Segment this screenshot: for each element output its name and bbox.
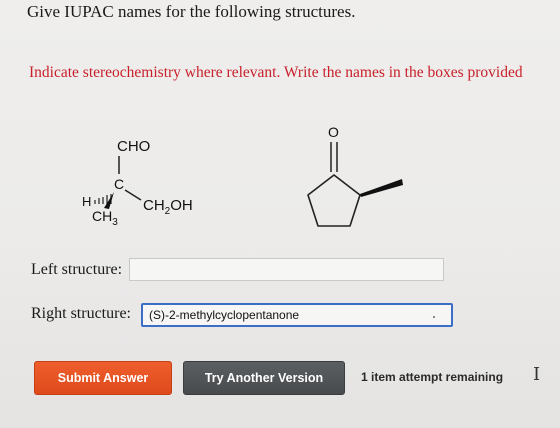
- right-structure-label: Right structure:: [31, 305, 131, 322]
- right-structure-value: (S)-2-methylcyclopentanone: [149, 308, 300, 322]
- structures-drawing: CHO C H CH3 CH2OH O: [82, 124, 403, 228]
- solid-wedge-bond: [104, 192, 114, 209]
- submit-answer-button[interactable]: Submit Answer: [34, 361, 172, 395]
- try-another-version-button[interactable]: Try Another Version: [183, 361, 345, 395]
- right-structure-input[interactable]: (S)-2-methylcyclopentanone: [141, 303, 453, 327]
- ch3-label: CH3: [92, 208, 118, 228]
- input-resize-dot: [433, 316, 435, 318]
- hydrogen-label: H: [82, 194, 91, 209]
- instruction-text: Indicate stereochemistry where relevant.…: [29, 64, 523, 81]
- ch2oh-label: CH2OH: [143, 197, 193, 217]
- structures-area: CHO C H CH3 CH2OH O: [0, 118, 560, 258]
- side-bond: [124, 189, 142, 201]
- methyl-wedge-bond: [360, 179, 403, 197]
- right-structure: O: [307, 124, 403, 227]
- text-cursor-icon: I: [533, 364, 541, 385]
- center-carbon-label: C: [114, 176, 124, 192]
- left-structure: CHO C H CH3 CH2OH: [82, 138, 193, 228]
- oxygen-label: O: [328, 124, 339, 140]
- cyclopentane-ring: [307, 174, 361, 227]
- left-structure-label: Left structure:: [31, 261, 123, 278]
- question-title: Give IUPAC names for the following struc…: [27, 2, 356, 21]
- attempts-remaining: 1 item attempt remaining: [361, 370, 504, 384]
- cho-label: CHO: [117, 138, 150, 155]
- left-structure-input[interactable]: [129, 258, 444, 281]
